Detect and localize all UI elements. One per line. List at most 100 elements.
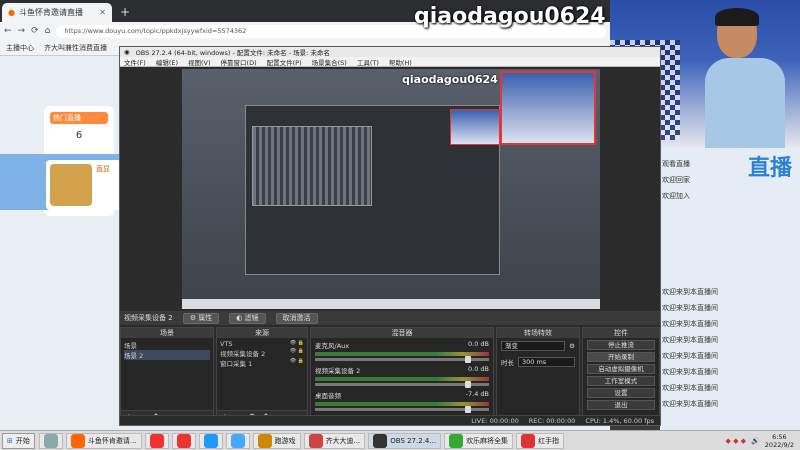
mixer-dock: 混音器 麦克风/Aux 0.0 dB 视频采集设备 2 0.0 dB 桌面音频 -7.4 … [310,327,494,425]
control-button[interactable]: 工作室模式 [587,376,655,386]
start-button[interactable]: ⊞ 开始 [2,432,35,449]
taskbar-app[interactable] [38,432,63,449]
mixer-channel-name: 桌面音频 [315,392,341,400]
home-icon[interactable]: ⌂ [45,26,51,36]
source-label: VTS [220,340,233,348]
obs-menu-item[interactable]: 帮助(H) [389,57,412,67]
chat-message-text: 欢迎来到本直播间 [662,384,718,392]
forward-icon[interactable]: → [18,26,26,36]
chat-message: 欢迎来到本直播间 [662,332,798,348]
taskbar-app-label: 欢乐麻将全集 [466,436,509,445]
bookmark-2[interactable]: 齐大叫兼性消费直播 [44,43,107,53]
chat-message: 欢迎来到本直播间 [662,348,798,364]
nested-webcam [500,71,596,145]
obs-menu-item[interactable]: 文件(F) [124,57,146,67]
source-item[interactable]: VTS 👁 🔒 [220,340,304,348]
tray-icons: ◆ ◆ ◆ [725,436,747,445]
app-icon [521,433,536,448]
close-tab-icon[interactable]: ✕ [99,8,106,17]
volume-slider[interactable] [315,406,489,413]
back-icon[interactable]: ← [4,26,12,36]
mixer-channel-db: 0.0 dB [468,365,489,373]
transition-settings-icon[interactable]: ⚙ [569,342,575,350]
transition-type-row: 渐变 ⚙ [497,338,579,354]
scenes-list: 场景 场景 2 [121,338,213,362]
chat-message: 欢迎来到本直播间 [662,316,798,332]
scene-item[interactable]: 场景 [124,340,210,350]
control-button[interactable]: 启动虚拟摄像机 [587,364,655,374]
volume-slider[interactable] [315,356,489,363]
live-status: LIVE: 00:00:00 [471,416,519,425]
deactivate-button[interactable]: 取消激活 [275,312,318,324]
chat-message-text: 欢迎来到本直播间 [662,400,718,408]
recursive-preview [252,126,372,206]
control-button[interactable]: 开始录制 [587,352,655,362]
clock[interactable]: 6:56 2022/9/2 [765,433,794,449]
duration-input[interactable]: 300 ms [518,357,575,367]
control-button[interactable]: 设置 [587,388,655,398]
start-label: 开始 [15,436,30,445]
clock-time: 6:56 [772,432,787,441]
taskbar-app[interactable]: 欢乐麻将全集 [444,432,514,449]
volume-icon[interactable]: 🔊 [751,437,760,445]
selected-source-name: 视频采集设备 2 [124,314,173,322]
chat-message-text: 欢迎加入 [662,192,690,200]
refresh-icon[interactable]: ⟳ [31,26,39,36]
source-label: 窗口采集 1 [220,360,253,368]
bookmark-1[interactable]: 主播中心 [6,43,34,53]
app-icon [449,433,464,448]
chat-message: 欢迎来到本直播间 [662,364,798,380]
mixer-channels: 麦克风/Aux 0.0 dB 视频采集设备 2 0.0 dB 桌面音频 -7.4 dB [311,338,493,413]
browser-tab[interactable]: ● 斗鱼怀肯邀请直播 ✕ [2,3,112,22]
chat-message [662,236,798,252]
source-label: 视频采集设备 2 [220,350,266,358]
scene-item[interactable]: 场景 2 [124,350,210,360]
taskbar-app[interactable]: 跑游戏 [252,432,301,449]
taskbar-app-label: 齐大大迪... [325,436,361,445]
volume-meter [315,377,489,381]
visibility-lock-icon[interactable]: 👁 🔒 [290,340,304,348]
app-icon [230,433,245,448]
taskbar-app-label: 斗鱼怀肯邀请... [87,436,137,445]
filters-button[interactable]: ◐ 滤镜 [229,312,266,324]
chat-message: 欢迎来到本直播间 [662,284,798,300]
mixer-header: 混音器 [311,328,493,338]
obs-menu-item[interactable]: 配置文件(P) [267,57,302,67]
duration-label: 时长 [501,359,514,367]
windows-logo-icon: ⊞ [7,436,13,445]
taskbar-app[interactable]: 红手指 [516,432,565,449]
volume-meter [315,402,489,406]
properties-label: 属性 [198,314,213,322]
nested-watermark: qiaodagou0624 [402,73,498,86]
obs-menu-item[interactable]: 视图(V) [188,57,211,67]
obs-title: OBS 27.2.4 (64-bit, windows) - 配置文件: 未命名… [135,49,330,57]
taskbar-items: 斗鱼怀肯邀请... 跑游戏 齐大大迪... OBS 27.2.4... 欢乐麻将全集 红手… [38,432,565,449]
obs-menu-item[interactable]: 场景集合(S) [312,57,347,67]
obs-menu-item[interactable]: 停靠窗口(D) [221,57,257,67]
transition-select[interactable]: 渐变 [501,341,566,351]
taskbar-app[interactable] [144,432,169,449]
obs-menu-item[interactable]: 编辑(E) [156,57,178,67]
chat-message-text: 观看直播 [662,160,690,168]
source-toolbar: 视频采集设备 2 ⚙ 属性 ◐ 滤镜 取消激活 [120,311,660,325]
taskbar-app[interactable] [171,432,196,449]
taskbar-app[interactable]: 斗鱼怀肯邀请... [65,432,142,449]
taskbar-app[interactable] [225,432,250,449]
taskbar-app[interactable]: OBS 27.2.4... [368,432,442,449]
control-button[interactable]: 退出 [587,400,655,410]
volume-slider[interactable] [315,381,489,388]
app-icon [43,433,58,448]
taskbar-app[interactable] [198,432,223,449]
visibility-lock-icon[interactable]: 👁 🔒 [290,348,304,358]
source-item[interactable]: 视频采集设备 2 👁 🔒 [220,348,304,358]
chat-message-text: 欢迎来到本直播间 [662,288,718,296]
taskbar-app[interactable]: 齐大大迪... [303,432,366,449]
gear-icon: ⚙ [189,314,196,322]
control-button[interactable]: 停止推流 [587,340,655,350]
obs-menu-item[interactable]: 工具(T) [357,57,379,67]
new-tab-icon[interactable]: + [120,5,130,19]
obs-preview[interactable]: qiaodagou0624 [182,69,600,309]
visibility-lock-icon[interactable]: 👁 🔒 [290,358,304,368]
source-item[interactable]: 窗口采集 1 👁 🔒 [220,358,304,368]
properties-button[interactable]: ⚙ 属性 [182,312,220,324]
